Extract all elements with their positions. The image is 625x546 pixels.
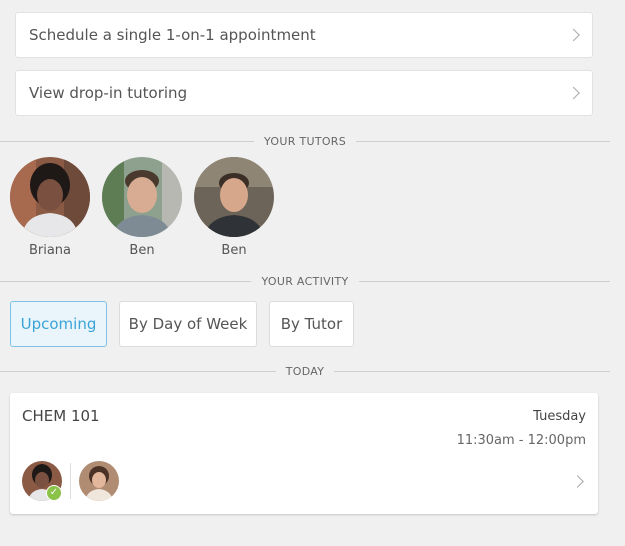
tutor-name: Ben [129,243,155,258]
tutors-section-title: YOUR TUTORS [263,134,347,148]
tutor-avatar [10,157,90,237]
tutor-card[interactable]: Ben [102,157,182,258]
check-icon: ✓ [46,485,62,501]
today-section-title: TODAY [285,364,325,378]
student-avatar [79,461,119,501]
activity-section-title: YOUR ACTIVITY [261,274,349,288]
tutor-name: Briana [28,243,72,258]
today-section-divider: TODAY [0,364,611,378]
session-time: 11:30am - 12:00pm [456,433,586,448]
session-card[interactable]: CHEM 101 Tuesday 11:30am - 12:00pm ✓ [10,393,598,514]
avatar-separator [70,463,71,499]
tutor-name: Ben [221,243,247,258]
tab-by-day-of-week[interactable]: By Day of Week [119,301,257,347]
view-dropin-button[interactable]: View drop-in tutoring [15,70,593,116]
chevron-right-icon [567,86,580,100]
tutors-section-divider: YOUR TUTORS [0,134,611,148]
activity-section-divider: YOUR ACTIVITY [0,274,610,288]
schedule-appointment-label: Schedule a single 1-on-1 appointment [29,26,316,44]
tutor-avatar [194,157,274,237]
session-day: Tuesday [533,409,586,424]
schedule-appointment-button[interactable]: Schedule a single 1-on-1 appointment [15,12,593,58]
chevron-right-icon [567,28,580,42]
view-dropin-label: View drop-in tutoring [29,84,188,102]
tutor-avatar [102,157,182,237]
session-course: CHEM 101 [22,407,100,425]
tutor-card[interactable]: Ben [194,157,274,258]
tab-by-tutor[interactable]: By Tutor [269,301,354,347]
tab-upcoming[interactable]: Upcoming [10,301,107,347]
chevron-right-icon [571,475,584,488]
tutor-card[interactable]: Briana [10,157,90,258]
